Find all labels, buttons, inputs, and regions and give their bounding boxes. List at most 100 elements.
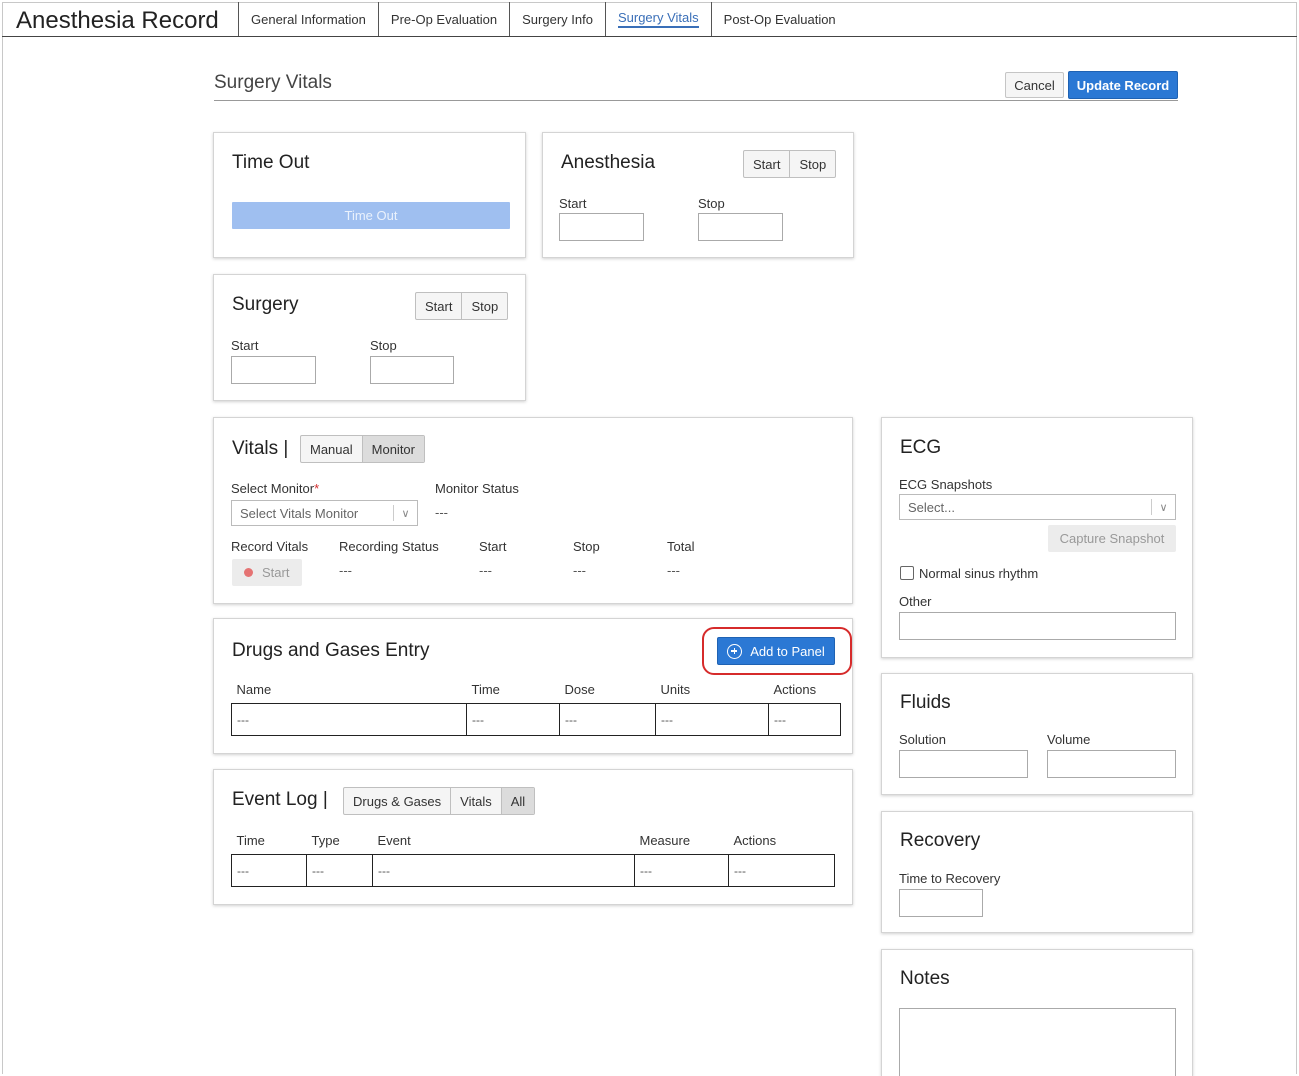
col-actions: Actions	[773, 682, 817, 697]
cell-units: ---	[655, 703, 769, 736]
chevron-down-icon: ∨	[1151, 499, 1175, 515]
timeout-button[interactable]: Time Out	[232, 202, 510, 229]
vitals-total-label: Total	[667, 539, 695, 554]
vitals-mode-manual[interactable]: Manual	[301, 436, 362, 462]
top-bar: Anesthesia Record General Information Pr…	[2, 2, 1297, 37]
anesthesia-start-stop-group: Start Stop	[743, 150, 837, 178]
ecg-card: ECG ECG Snapshots Select... ∨ Capture Sn…	[881, 417, 1193, 658]
drugs-gases-title: Drugs and Gases Entry	[232, 640, 430, 661]
tab-general-information[interactable]: General Information	[238, 2, 378, 36]
tab-surgery-vitals[interactable]: Surgery Vitals	[604, 2, 711, 36]
tab-pre-op-evaluation[interactable]: Pre-Op Evaluation	[377, 2, 509, 36]
fluids-volume-input[interactable]	[1047, 750, 1176, 778]
table-row: --- --- --- --- ---	[231, 854, 835, 887]
cell-time: ---	[466, 703, 560, 736]
cell-name: ---	[231, 703, 467, 736]
event-log-table: Time Type Event Measure Actions --- --- …	[231, 833, 835, 887]
drugs-gases-card: Drugs and Gases Entry Add to Panel Name …	[213, 618, 853, 754]
filter-all[interactable]: All	[500, 788, 535, 814]
cell-actions: ---	[768, 703, 841, 736]
filter-drugs-gases[interactable]: Drugs & Gases	[344, 788, 450, 814]
col-measure: Measure	[639, 833, 691, 848]
cancel-button[interactable]: Cancel	[1005, 72, 1064, 98]
anesthesia-title: Anesthesia	[561, 152, 656, 173]
record-dot-icon	[244, 568, 253, 577]
app-title: Anesthesia Record	[16, 7, 219, 34]
surgery-start-stop-group: Start Stop	[415, 292, 509, 320]
col-dose: Dose	[564, 682, 595, 697]
surgery-start-input[interactable]	[231, 356, 316, 384]
select-monitor-label: Select Monitor*	[231, 481, 320, 496]
anesthesia-card: Anesthesia Start Stop Start Stop	[542, 132, 854, 258]
recovery-title: Recovery	[900, 830, 981, 851]
surgery-title: Surgery	[232, 294, 299, 315]
page-title-divider	[214, 100, 1178, 101]
required-asterisk: *	[314, 481, 320, 496]
cell-actions: ---	[728, 854, 835, 887]
cell-type: ---	[306, 854, 373, 887]
plus-circle-icon	[727, 643, 743, 659]
ecg-other-label: Other	[899, 594, 932, 609]
tab-post-op-evaluation[interactable]: Post-Op Evaluation	[710, 2, 848, 36]
ecg-snapshots-select[interactable]: Select... ∨	[899, 494, 1176, 520]
normal-sinus-label: Normal sinus rhythm	[919, 566, 1039, 581]
fluids-card: Fluids Solution Volume	[881, 673, 1193, 795]
ecg-snapshots-label: ECG Snapshots	[899, 477, 993, 492]
chevron-down-icon: ∨	[393, 505, 417, 521]
record-vitals-label: Record Vitals	[231, 539, 309, 554]
timeout-title: Time Out	[232, 152, 310, 173]
col-units: Units	[660, 682, 691, 697]
surgery-stop-label: Stop	[370, 338, 397, 353]
vitals-mode-monitor[interactable]: Monitor	[361, 436, 424, 462]
col-event: Event	[377, 833, 411, 848]
tab-surgery-info[interactable]: Surgery Info	[509, 2, 605, 36]
recording-status-label: Recording Status	[339, 539, 439, 554]
vitals-total-value: ---	[667, 563, 680, 578]
surgery-start-button[interactable]: Start	[416, 293, 461, 319]
col-time: Time	[236, 833, 265, 848]
fluids-title: Fluids	[900, 692, 951, 713]
vitals-mode-toggle: Manual Monitor	[300, 435, 425, 463]
anesthesia-stop-label: Stop	[698, 196, 725, 211]
fluids-solution-input[interactable]	[899, 750, 1028, 778]
filter-vitals[interactable]: Vitals	[450, 788, 501, 814]
event-log-filter-group: Drugs & Gases Vitals All	[343, 787, 536, 815]
fluids-solution-label: Solution	[899, 732, 946, 747]
fluids-volume-label: Volume	[1047, 732, 1091, 747]
vitals-title: Vitals |	[232, 438, 289, 459]
ecg-other-input[interactable]	[899, 612, 1176, 640]
tab-bar: General Information Pre-Op Evaluation Su…	[238, 2, 848, 36]
surgery-start-label: Start	[231, 338, 259, 353]
normal-sinus-checkbox[interactable]	[900, 566, 914, 580]
monitor-status-value: ---	[435, 505, 448, 520]
anesthesia-start-button[interactable]: Start	[744, 151, 789, 177]
time-to-recovery-label: Time to Recovery	[899, 871, 1001, 886]
monitor-status-label: Monitor Status	[435, 481, 519, 496]
recovery-card: Recovery Time to Recovery	[881, 811, 1193, 933]
anesthesia-start-input[interactable]	[559, 213, 644, 241]
vitals-stop-label: Stop	[573, 539, 600, 554]
anesthesia-stop-button[interactable]: Stop	[789, 151, 835, 177]
notes-textarea[interactable]	[899, 1008, 1176, 1076]
vitals-start-label: Start	[479, 539, 507, 554]
timeout-card: Time Out Time Out	[213, 132, 526, 258]
col-time: Time	[471, 682, 500, 697]
vitals-card: Vitals | Manual Monitor Select Monitor* …	[213, 417, 853, 604]
anesthesia-stop-input[interactable]	[698, 213, 783, 241]
capture-snapshot-button[interactable]: Capture Snapshot	[1048, 525, 1176, 552]
drugs-gases-table: Name Time Dose Units Actions --- --- ---…	[231, 682, 841, 736]
record-vitals-start-button[interactable]: Start	[232, 559, 302, 586]
select-vitals-monitor[interactable]: Select Vitals Monitor ∨	[231, 500, 418, 526]
page-title: Surgery Vitals	[214, 72, 332, 93]
vitals-start-value: ---	[479, 563, 492, 578]
time-to-recovery-input[interactable]	[899, 889, 983, 917]
event-log-card: Event Log | Drugs & Gases Vitals All Tim…	[213, 769, 853, 905]
update-record-button[interactable]: Update Record	[1068, 71, 1178, 99]
surgery-stop-button[interactable]: Stop	[461, 293, 507, 319]
cell-measure: ---	[634, 854, 729, 887]
cell-time: ---	[231, 854, 307, 887]
recording-status-value: ---	[339, 563, 352, 578]
add-to-panel-button[interactable]: Add to Panel	[717, 637, 835, 665]
ecg-title: ECG	[900, 437, 942, 458]
surgery-stop-input[interactable]	[370, 356, 454, 384]
